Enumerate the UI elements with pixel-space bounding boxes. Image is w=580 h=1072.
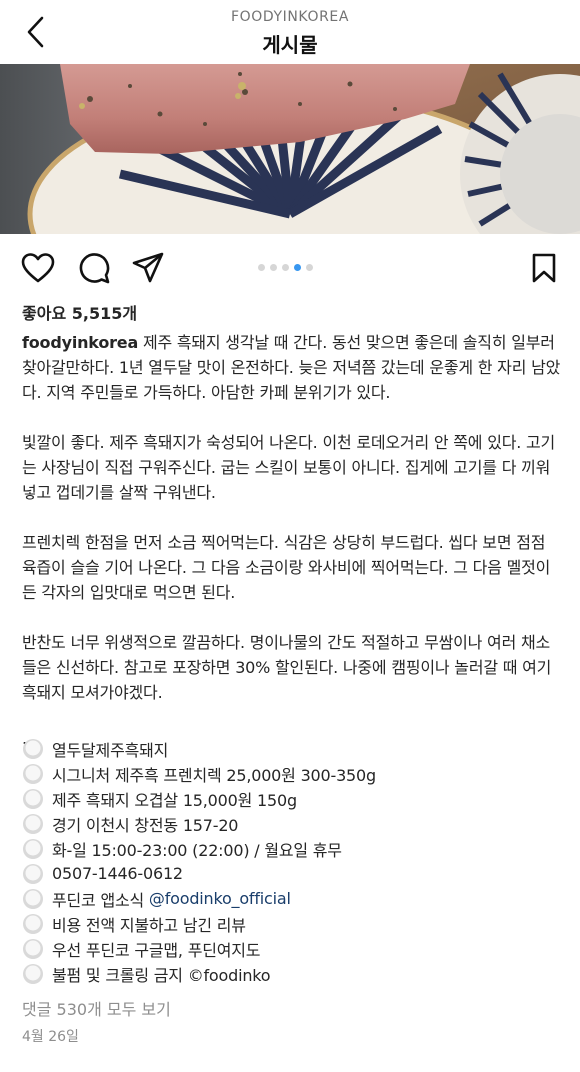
info-text: 푸딘코 앱소식 [52,890,149,910]
info-item: 경기 이천시 창전동 157-20 [22,811,562,836]
info-item: 비용 전액 지불하고 남긴 리뷰 [22,911,562,936]
save-button[interactable] [524,248,564,288]
carousel-dot [270,264,277,271]
view-all-comments-link[interactable]: 댓글 530개 모두 보기 [22,996,171,1020]
carousel-dot-active [294,264,301,271]
white-circle-emoji-icon [23,788,43,809]
info-text: 불펌 및 크롤링 금지 ©foodinko [52,965,271,985]
food-photo-illustration [0,64,580,234]
likes-count[interactable]: 좋아요 5,515개 [22,300,137,324]
white-circle-emoji-icon [23,863,43,884]
info-item: 불펌 및 크롤링 금지 ©foodinko [22,961,562,986]
info-item: 화-일 15:00-23:00 (22:00) / 월요일 휴무 [22,836,562,861]
info-text: 경기 이천시 창전동 157-20 [52,815,239,835]
white-circle-emoji-icon [23,938,43,959]
caption-username[interactable]: foodyinkorea [22,333,138,352]
caption-paragraph: 빛깔이 좋다. 제주 흑돼지가 숙성되어 나온다. 이천 로데오거리 안 쪽에 … [22,433,556,502]
bookmark-icon [532,253,556,283]
white-circle-emoji-icon [23,763,43,784]
info-item: 시그니처 제주흑 프렌치렉 25,000원 300-350g [22,761,562,786]
white-circle-emoji-icon [23,813,43,834]
info-item: 우선 푸딘코 구글맵, 푸딘여지도 [22,936,562,961]
carousel-dot [282,264,289,271]
caption-paragraph: 프렌치렉 한점을 먼저 소금 찍어먹는다. 식감은 상당히 부드럽다. 씹다 보… [22,533,551,602]
post-date: 4월 26일 [22,1029,79,1045]
comment-bubble-icon [79,253,110,284]
info-item: 열두달제주흑돼지 [22,736,562,761]
heart-icon [21,253,55,283]
carousel-dot [258,264,265,271]
comment-button[interactable] [74,248,114,288]
caption-paragraph: 반찬도 너무 위생적으로 깔끔하다. 명이나물의 간도 적절하고 무쌈이나 여러… [22,633,552,702]
account-label: FOODYINKOREA [230,9,350,25]
info-item: 0507-1446-0612 [22,861,562,886]
white-circle-emoji-icon [23,963,43,984]
info-text: 제주 흑돼지 오겹살 15,000원 150g [52,790,297,810]
info-text: 0507-1446-0612 [52,864,183,883]
info-text: 비용 전액 지불하고 남긴 리뷰 [52,915,246,935]
page-title: 게시물 [262,33,318,57]
white-circle-emoji-icon [23,838,43,859]
paper-plane-icon [132,252,164,283]
caption-paragraph: foodyinkorea 제주 흑돼지 생각날 때 간다. 동선 맞으면 좋은데… [22,330,562,405]
info-item: 제주 흑돼지 오겹살 15,000원 150g [22,786,562,811]
info-text: 시그니처 제주흑 프렌치렉 25,000원 300-350g [52,765,376,785]
post-caption: foodyinkorea 제주 흑돼지 생각날 때 간다. 동선 맞으면 좋은데… [22,330,562,748]
official-account-mention[interactable]: @foodinko_official [149,889,291,908]
info-item: 푸딘코 앱소식 @foodinko_official [22,886,562,911]
white-circle-emoji-icon [23,888,43,909]
post-image[interactable] [0,64,580,234]
top-header: FOODYINKOREA 게시물 [0,0,580,64]
white-circle-emoji-icon [23,738,43,759]
share-button[interactable] [128,248,168,288]
carousel-indicator [258,264,313,271]
info-text: 화-일 15:00-23:00 (22:00) / 월요일 휴무 [52,840,342,860]
restaurant-info-list: 열두달제주흑돼지 시그니처 제주흑 프렌치렉 25,000원 300-350g … [22,736,562,986]
carousel-dot [306,264,313,271]
info-text: 우선 푸딘코 구글맵, 푸딘여지도 [52,940,261,960]
like-button[interactable] [18,248,58,288]
info-text: 열두달제주흑돼지 [52,740,169,760]
white-circle-emoji-icon [23,913,43,934]
action-bar [0,248,580,290]
